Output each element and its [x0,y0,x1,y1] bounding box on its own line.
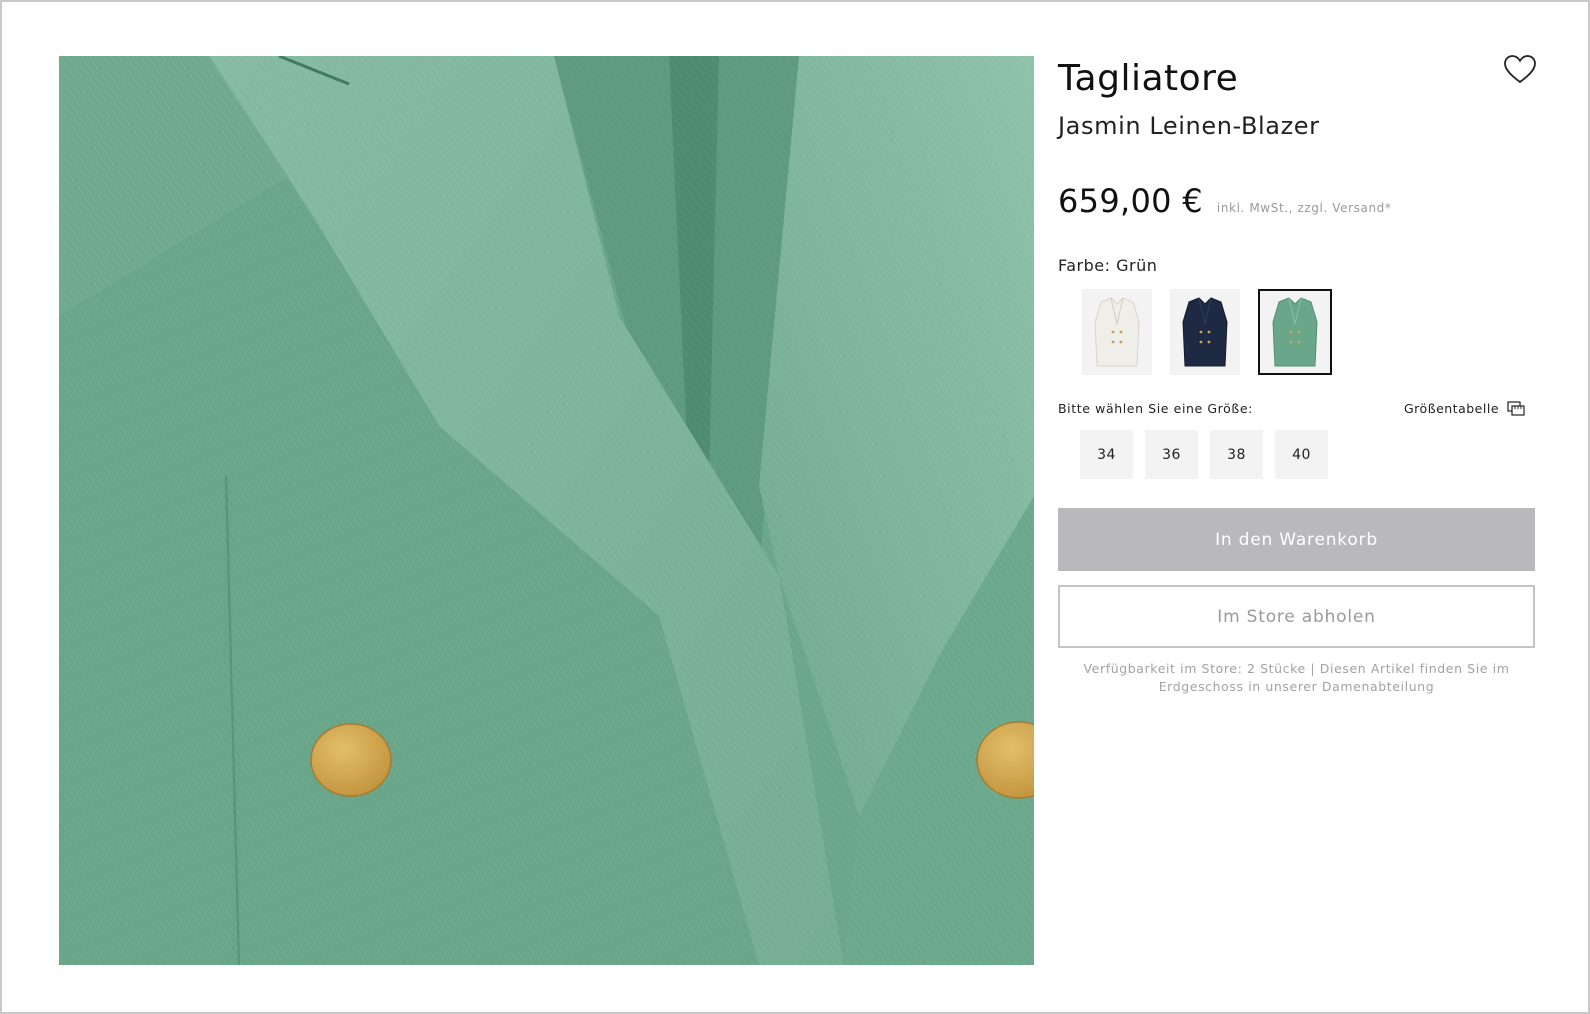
size-option[interactable]: 34 [1080,430,1133,479]
size-label: Bitte wählen Sie eine Größe: [1058,401,1253,416]
color-swatches [1082,289,1332,375]
add-to-cart-button[interactable]: In den Warenkorb [1058,508,1535,571]
color-label: Farbe: Grün [1058,256,1158,275]
store-pickup-button[interactable]: Im Store abholen [1058,585,1535,648]
color-swatch-green[interactable] [1258,289,1332,375]
price: 659,00 € [1058,182,1203,220]
size-chart-link[interactable]: Größentabelle [1404,400,1525,416]
brand-title: Tagliatore [1058,58,1239,99]
store-availability-text: Verfügbarkeit im Store: 2 Stücke | Diese… [1083,661,1510,694]
size-option[interactable]: 38 [1210,430,1263,479]
product-name: Jasmin Leinen-Blazer [1058,112,1320,140]
size-option[interactable]: 36 [1145,430,1198,479]
size-options: 34 36 38 40 [1080,430,1328,479]
product-image[interactable] [59,56,1034,965]
price-row: 659,00 € inkl. MwSt., zzgl. Versand* [1058,182,1392,220]
size-chart-label: Größentabelle [1404,400,1500,416]
ruler-icon [1507,401,1525,416]
wishlist-heart-icon[interactable] [1503,53,1537,85]
size-option[interactable]: 40 [1275,430,1328,479]
color-swatch-white[interactable] [1082,289,1152,375]
tax-note: inkl. MwSt., zzgl. Versand* [1216,201,1392,215]
color-swatch-navy[interactable] [1170,289,1240,375]
page-frame: Tagliatore Jasmin Leinen-Blazer 659,00 €… [0,0,1590,1014]
